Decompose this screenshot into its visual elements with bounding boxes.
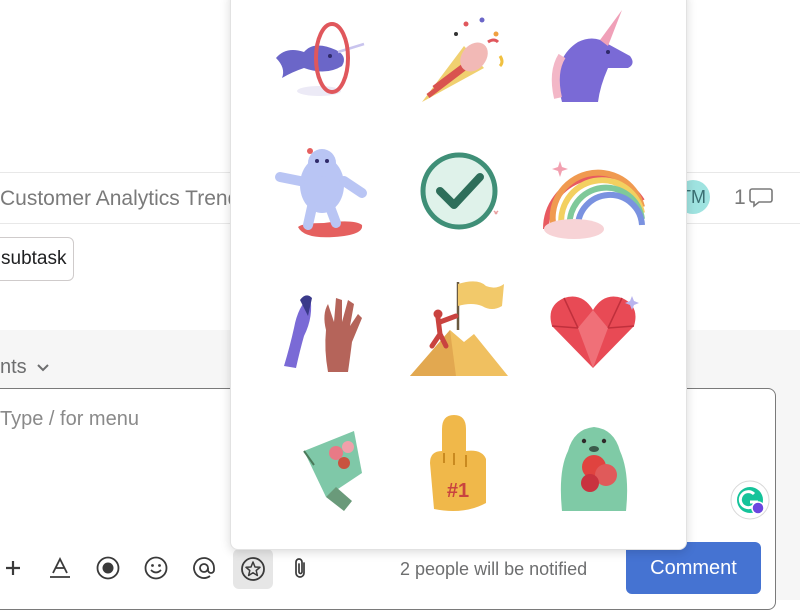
add-subtask-label: subtask	[1, 248, 67, 269]
unicorn-sticker[interactable]	[538, 6, 648, 116]
task-name[interactable]: Customer Analytics Trends	[0, 187, 250, 211]
sticker-icon	[241, 557, 265, 581]
narwhal-hoop-sticker[interactable]	[264, 6, 374, 116]
grammarly-icon[interactable]	[729, 479, 771, 521]
record-icon[interactable]	[95, 555, 121, 581]
flower-bouquet-sticker[interactable]	[264, 411, 374, 521]
comments-tab-label: nts	[0, 356, 27, 378]
add-subtask-button[interactable]: subtask	[0, 237, 74, 281]
comment-bubble-icon[interactable]	[748, 186, 774, 210]
comments-tab[interactable]: nts	[0, 356, 50, 379]
chevron-down-icon	[37, 364, 49, 372]
emoji-icon[interactable]	[143, 555, 169, 581]
otter-heart-sticker[interactable]	[538, 411, 648, 521]
text-format-icon[interactable]	[47, 555, 73, 581]
foam-finger-sticker[interactable]: #1	[404, 411, 514, 521]
rainbow-sticker[interactable]	[538, 141, 648, 251]
attachment-icon[interactable]	[288, 555, 314, 581]
comment-count: 1	[734, 186, 746, 209]
comment-input-placeholder[interactable]: Type / for menu	[0, 408, 139, 431]
svg-text:#1: #1	[447, 480, 469, 502]
high-five-sticker[interactable]	[264, 276, 374, 386]
checkmark-sticker[interactable]	[404, 141, 514, 251]
notify-text: 2 people will be notified	[400, 559, 588, 579]
gem-heart-sticker[interactable]	[538, 276, 648, 386]
summit-flag-sticker[interactable]	[404, 276, 514, 386]
sticker-button[interactable]	[233, 549, 273, 589]
party-popper-sticker[interactable]	[404, 6, 514, 116]
yeti-snowboard-sticker[interactable]	[264, 141, 374, 251]
sticker-picker-panel: #1	[230, 0, 687, 550]
mention-icon[interactable]	[191, 555, 217, 581]
plus-icon[interactable]	[0, 555, 26, 581]
